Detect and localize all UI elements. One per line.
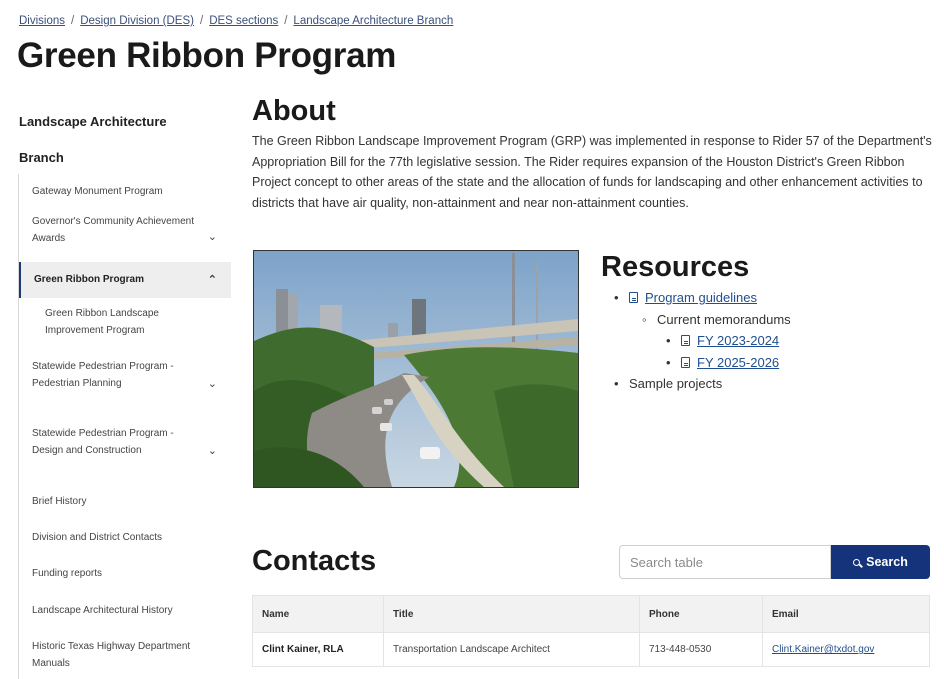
sidebar-item-gateway-monument[interactable]: Gateway Monument Program	[19, 174, 231, 211]
breadcrumb-des-sections[interactable]: DES sections	[209, 15, 278, 27]
sidebar-item-funding-reports[interactable]: Funding reports	[19, 558, 231, 595]
document-icon	[681, 356, 690, 368]
sidebar-item-label: Brief History	[32, 496, 87, 507]
sidebar-item-green-ribbon-landscape-improvement[interactable]: Green Ribbon Landscape Improvement Progr…	[19, 298, 231, 350]
resources-heading: Resources	[601, 251, 750, 283]
sidebar-item-label: Green Ribbon Landscape Improvement Progr…	[45, 308, 159, 336]
sidebar-heading-line: Branch	[19, 150, 64, 165]
contacts-heading: Contacts	[252, 545, 377, 577]
fy-2025-2026-link[interactable]: FY 2025-2026	[697, 355, 779, 370]
sidebar-item-label: Green Ribbon Program	[34, 274, 145, 285]
breadcrumb-landscape-architecture-branch[interactable]: Landscape Architecture Branch	[293, 15, 453, 27]
column-header-phone[interactable]: Phone	[639, 595, 763, 633]
breadcrumb-separator: /	[199, 15, 204, 27]
sidebar-item-label: Governor's Community Achievement Awards	[32, 216, 194, 244]
sidebar-nav: Gateway Monument Program Governor's Comm…	[18, 174, 231, 679]
sidebar-item-label: Statewide Pedestrian Program - Design an…	[32, 428, 174, 456]
highway-photo	[253, 250, 579, 488]
column-header-email[interactable]: Email	[762, 595, 930, 633]
sidebar-item-pedestrian-planning[interactable]: Statewide Pedestrian Program - Pedestria…	[19, 350, 231, 417]
contacts-table: Name Title Phone Email Clint Kainer, RLA…	[252, 595, 930, 667]
sidebar-item-governors-awards[interactable]: Governor's Community Achievement Awards …	[19, 211, 231, 262]
sidebar-item-division-district-contacts[interactable]: Division and District Contacts	[19, 522, 231, 558]
column-header-title[interactable]: Title	[383, 595, 640, 633]
table-row: Clint Kainer, RLA Transportation Landsca…	[252, 632, 930, 667]
sample-projects-label: Sample projects	[629, 376, 723, 391]
search-button[interactable]: Search	[831, 545, 930, 579]
list-item: Current memorandums	[641, 309, 933, 331]
list-item: FY 2025-2026	[665, 352, 933, 374]
list-item: FY 2023-2024	[665, 330, 933, 352]
sidebar-item-landscape-architectural-history[interactable]: Landscape Architectural History	[19, 595, 231, 631]
list-item: Sample projects	[613, 373, 933, 395]
chevron-up-icon[interactable]: ⌃	[208, 272, 217, 289]
page: Divisions / Design Division (DES) / DES sect…	[0, 0, 944, 679]
sidebar-item-pedestrian-design-construction[interactable]: Statewide Pedestrian Program - Design an…	[19, 417, 231, 485]
search-icon	[853, 558, 861, 566]
search-button-label: Search	[866, 555, 908, 569]
highway-landscape-image	[254, 251, 578, 487]
column-header-name[interactable]: Name	[252, 595, 384, 633]
sidebar-item-label: Division and District Contacts	[32, 532, 163, 543]
program-guidelines-link[interactable]: Program guidelines	[645, 290, 757, 305]
about-text: The Green Ribbon Landscape Improvement P…	[252, 134, 932, 210]
breadcrumb-separator: /	[71, 15, 75, 27]
list-item: Program guidelines	[613, 287, 933, 309]
contact-email-link[interactable]: Clint.Kainer@txdot.gov	[772, 644, 874, 655]
sidebar-item-label: Gateway Monument Program	[32, 186, 163, 197]
contact-phone: 713-448-0530	[639, 632, 763, 667]
sidebar-item-label: Funding reports	[32, 568, 103, 579]
contact-title: Transportation Landscape Architect	[383, 632, 640, 667]
fy-2023-2024-link[interactable]: FY 2023-2024	[697, 333, 779, 348]
resources-list: Program guidelines Current memorandums F…	[613, 287, 933, 395]
sidebar-item-historic-manuals[interactable]: Historic Texas Highway Department Manual…	[19, 631, 231, 671]
document-icon	[629, 292, 638, 303]
sidebar-item-label: Landscape Architectural History	[32, 605, 173, 616]
breadcrumb-design-division[interactable]: Design Division (DES)	[80, 15, 194, 27]
sidebar-item-label: Statewide Pedestrian Program - Pedestria…	[32, 361, 174, 389]
contact-email-cell: Clint.Kainer@txdot.gov	[762, 632, 930, 667]
document-icon	[681, 335, 690, 346]
sidebar-item-green-ribbon-program[interactable]: Green Ribbon Program ⌃	[19, 262, 231, 298]
breadcrumb-separator: /	[284, 15, 288, 27]
current-memorandums-label: Current memorandums	[657, 311, 791, 327]
about-heading: About	[252, 95, 336, 127]
breadcrumb: Divisions / Design Division (DES) / DES sect…	[19, 15, 453, 27]
chevron-down-icon[interactable]: ⌄	[208, 228, 217, 245]
contact-name: Clint Kainer, RLA	[252, 632, 384, 667]
chevron-down-icon[interactable]: ⌄	[208, 375, 217, 392]
chevron-down-icon[interactable]: ⌄	[208, 443, 217, 460]
breadcrumb-divisions[interactable]: Divisions	[19, 15, 65, 27]
sidebar-item-brief-history[interactable]: Brief History	[19, 485, 231, 522]
sidebar-item-label: Historic Texas Highway Department Manual…	[32, 641, 191, 669]
table-header-row: Name Title Phone Email	[252, 595, 930, 633]
page-title: Green Ribbon Program	[17, 36, 397, 75]
sidebar-heading-line: Landscape Architecture	[19, 114, 167, 129]
sidebar-heading[interactable]: Landscape Architecture Branch	[19, 104, 209, 176]
search-input[interactable]	[619, 545, 831, 579]
